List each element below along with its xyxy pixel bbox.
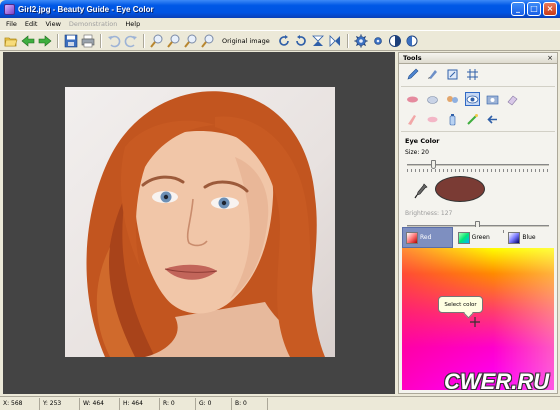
tab-blue[interactable]: Blue: [505, 227, 555, 248]
grid-tool-icon[interactable]: [465, 67, 480, 81]
rotate-left-icon[interactable]: [277, 34, 291, 48]
eye-color-title: Eye Color: [405, 137, 440, 145]
blue-swatch-icon: [508, 231, 521, 244]
tab-blue-label: Blue: [522, 234, 536, 241]
menu-help[interactable]: Help: [125, 20, 140, 28]
eye-color-tool-icon[interactable]: [465, 92, 480, 106]
bottle-tool-icon[interactable]: [445, 112, 460, 126]
divider: [401, 131, 555, 132]
rotate-right-icon[interactable]: [294, 34, 308, 48]
menu-bar: File Edit View Demonstration Help: [0, 18, 560, 30]
tab-green[interactable]: Green: [454, 227, 504, 248]
status-x: X: 568: [0, 397, 40, 410]
wand-tool-icon[interactable]: [465, 112, 480, 126]
tab-red-label: Red: [420, 234, 432, 241]
small-gear-icon[interactable]: [371, 34, 385, 48]
toolbar-separator: [100, 33, 102, 48]
brush-tool-icon[interactable]: [425, 67, 440, 81]
crosshair-cursor-icon: [470, 317, 480, 327]
crop-tool-icon[interactable]: [445, 67, 460, 81]
status-bar: X: 568 Y: 253 W: 464 H: 464 R: 0 G: 0 B:…: [0, 396, 560, 410]
zoom-in-icon[interactable]: [150, 34, 164, 48]
lipstick-tool-icon[interactable]: [405, 92, 420, 106]
undo-tool-icon[interactable]: [485, 112, 500, 126]
back-arrow-icon[interactable]: [21, 34, 35, 48]
zoom-out-icon[interactable]: [167, 34, 181, 48]
maximize-button[interactable]: □: [527, 2, 541, 16]
size-slider-thumb[interactable]: [431, 160, 437, 169]
forward-arrow-icon[interactable]: [38, 34, 52, 48]
image-canvas[interactable]: [3, 52, 395, 394]
divider: [401, 86, 555, 87]
redo-icon[interactable]: [124, 34, 138, 48]
makeup-tool-icon[interactable]: [445, 92, 460, 106]
flip-vertical-icon[interactable]: [311, 34, 325, 48]
settings-gear-icon[interactable]: [354, 34, 368, 48]
menu-file[interactable]: File: [6, 20, 17, 28]
menu-demonstration[interactable]: Demonstration: [69, 20, 117, 28]
brightness-icon[interactable]: [405, 34, 419, 48]
brightness-label: Brightness: 127: [405, 210, 453, 217]
watermark-text: CWER.RU: [444, 369, 550, 394]
status-b: B: 0: [232, 397, 268, 410]
eyedropper-icon[interactable]: [413, 182, 429, 200]
status-y: Y: 253: [40, 397, 80, 410]
toolbar-separator: [57, 33, 59, 48]
watermark: CWER.RU: [432, 366, 557, 396]
original-image-button[interactable]: Original image: [222, 37, 270, 45]
tool-row-2: [399, 89, 557, 109]
menu-edit[interactable]: Edit: [25, 20, 38, 28]
color-channel-tabs: Red Green Blue: [402, 227, 555, 248]
print-icon[interactable]: [81, 34, 95, 48]
size-label: Size: 20: [405, 149, 429, 156]
zoom-actual-icon[interactable]: [201, 34, 215, 48]
status-g: G: 0: [196, 397, 232, 410]
toolbar: Original image: [0, 30, 560, 51]
powder-tool-icon[interactable]: [425, 92, 440, 106]
green-swatch-icon: [457, 231, 470, 244]
status-r: R: 0: [160, 397, 196, 410]
tab-green-label: Green: [471, 234, 490, 241]
photo-tool-icon[interactable]: [485, 92, 500, 106]
toolbar-separator: [346, 33, 349, 48]
app-icon: [4, 3, 15, 15]
tab-red[interactable]: Red: [402, 227, 453, 248]
open-folder-icon[interactable]: [4, 34, 18, 48]
status-w: W: 464: [80, 397, 120, 410]
menu-view[interactable]: View: [45, 20, 60, 28]
selected-color-swatch[interactable]: [435, 176, 485, 202]
status-h: H: 464: [120, 397, 160, 410]
tool-row-1: [399, 64, 557, 84]
undo-icon[interactable]: [107, 34, 121, 48]
flip-horizontal-icon[interactable]: [328, 34, 342, 48]
eraser-tool-icon[interactable]: [505, 92, 520, 106]
blush-tool-icon[interactable]: [405, 112, 420, 126]
title-bar: Girl2.jpg - Beauty Guide - Eye Color _ □…: [0, 0, 560, 18]
contrast-icon[interactable]: [388, 34, 402, 48]
minimize-button[interactable]: _: [511, 2, 525, 16]
tools-panel-close-button[interactable]: ×: [547, 54, 553, 62]
window-title: Girl2.jpg - Beauty Guide - Eye Color: [18, 4, 154, 14]
toolbar-separator: [143, 33, 145, 48]
lips-tool-icon[interactable]: [425, 112, 440, 126]
tool-row-3: [399, 109, 557, 129]
color-picker-row: [399, 176, 557, 206]
tools-panel-header: Tools ×: [399, 53, 557, 64]
save-icon[interactable]: [64, 34, 78, 48]
red-swatch-icon: [406, 231, 418, 244]
portrait-photo[interactable]: [65, 87, 335, 357]
close-button[interactable]: ×: [543, 2, 557, 16]
size-slider[interactable]: [407, 160, 549, 172]
zoom-fit-icon[interactable]: [184, 34, 198, 48]
pencil-tool-icon[interactable]: [405, 67, 420, 81]
tools-panel-title: Tools: [403, 54, 422, 62]
select-color-tooltip: Select color: [438, 296, 483, 313]
